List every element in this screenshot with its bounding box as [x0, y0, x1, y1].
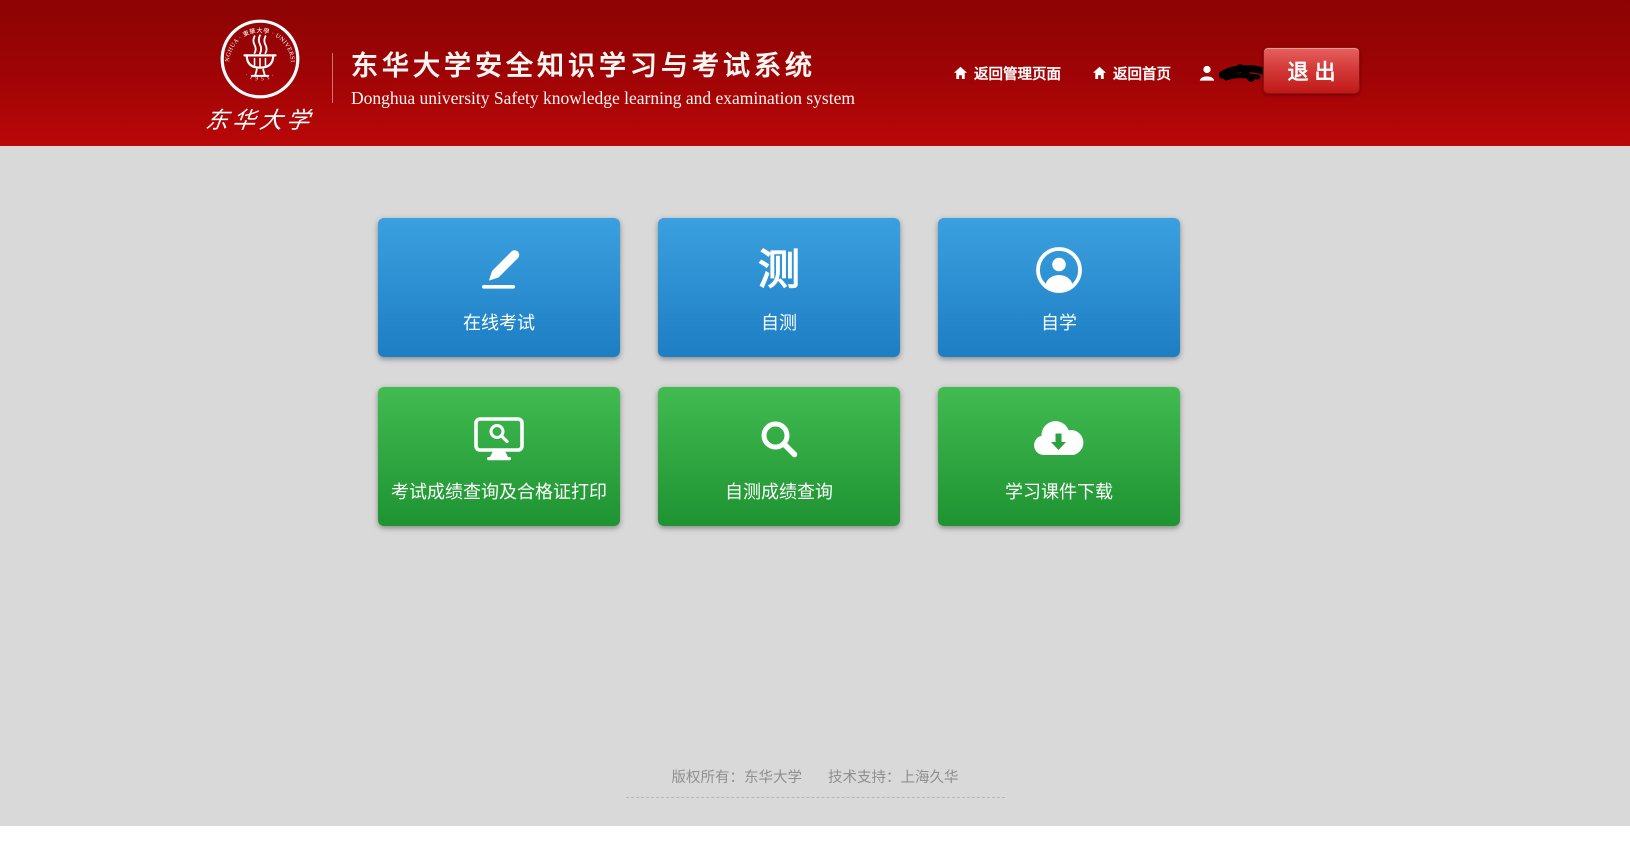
footer-support: 技术支持：上海久华	[828, 770, 959, 786]
tile-label: 自测成绩查询	[725, 478, 833, 504]
user-icon	[1199, 65, 1215, 81]
footer-text: 版权所有：东华大学 技术支持：上海久华	[626, 766, 1005, 798]
current-user	[1199, 62, 1267, 84]
tile-self-test-score-query[interactable]: 自测成绩查询	[658, 387, 900, 526]
header-bar: DONGHUA · 東華大學 · UNIVERSITY · 1 9 5 1 · …	[0, 0, 1630, 146]
tile-label: 考试成绩查询及合格证打印	[391, 478, 607, 504]
university-logo: DONGHUA · 東華大學 · UNIVERSITY · 1 9 5 1 · …	[202, 18, 318, 135]
nav-back-to-home-label: 返回首页	[1113, 63, 1171, 84]
university-name-calligraphy: 东华大学	[204, 101, 317, 135]
user-circle-icon	[1033, 241, 1085, 299]
nav-back-to-admin-label: 返回管理页面	[974, 63, 1061, 84]
tile-label: 自学	[1041, 309, 1077, 335]
tile-courseware-download[interactable]: 学习课件下载	[938, 387, 1180, 526]
svg-text:· 1 9 5 1 ·: · 1 9 5 1 ·	[244, 72, 277, 82]
ce-glyph-icon: 测	[758, 241, 800, 299]
tile-label: 学习课件下载	[1005, 478, 1113, 504]
menu-tile-grid: 在线考试 测 自测	[378, 218, 1180, 526]
search-icon	[758, 410, 800, 468]
tile-online-exam[interactable]: 在线考试	[378, 218, 620, 357]
main-area: 在线考试 测 自测	[0, 146, 1630, 826]
home-icon	[1092, 66, 1107, 80]
logout-button-label: 退出	[1282, 56, 1342, 86]
tile-self-study[interactable]: 自学	[938, 218, 1180, 357]
tile-label: 在线考试	[463, 309, 535, 335]
nav-back-to-home[interactable]: 返回首页	[1092, 64, 1171, 82]
page: DONGHUA · 東華大學 · UNIVERSITY · 1 9 5 1 · …	[0, 0, 1630, 858]
page-title: 东华大学安全知识学习与考试系统	[351, 44, 855, 83]
redacted-username-scribble	[1219, 62, 1267, 84]
header-divider	[332, 53, 333, 103]
footer-copyright: 版权所有：东华大学	[672, 770, 803, 786]
tile-label: 自测	[761, 309, 797, 335]
university-seal-icon: DONGHUA · 東華大學 · UNIVERSITY · 1 9 5 1 ·	[219, 18, 301, 100]
cloud-download-icon	[1030, 410, 1088, 468]
pencil-icon	[476, 241, 522, 299]
logout-button[interactable]: 退出	[1263, 47, 1360, 94]
system-title-block: 东华大学安全知识学习与考试系统 Donghua university Safet…	[351, 44, 855, 109]
tile-exam-score-query-print[interactable]: 考试成绩查询及合格证打印	[378, 387, 620, 526]
tile-self-test[interactable]: 测 自测	[658, 218, 900, 357]
home-icon	[953, 66, 968, 80]
page-footer: 版权所有：东华大学 技术支持：上海久华	[0, 766, 1630, 798]
nav-back-to-admin[interactable]: 返回管理页面	[953, 64, 1061, 82]
monitor-search-icon	[472, 410, 526, 468]
page-subtitle: Donghua university Safety knowledge lear…	[351, 88, 855, 109]
